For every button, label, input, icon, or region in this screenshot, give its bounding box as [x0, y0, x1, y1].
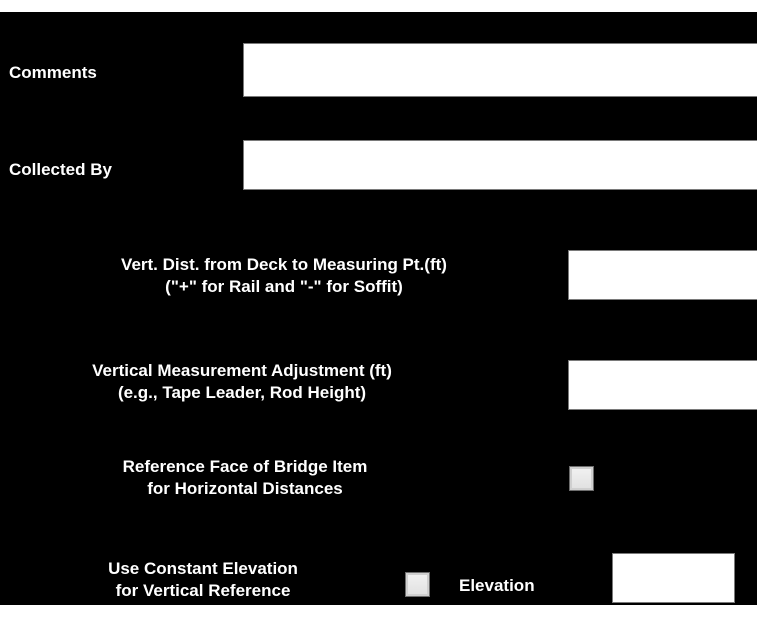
collected-by-input[interactable] — [243, 140, 757, 190]
vert-dist-input[interactable] — [568, 250, 757, 300]
vert-dist-label: Vert. Dist. from Deck to Measuring Pt.(f… — [18, 254, 550, 298]
elevation-label: Elevation — [459, 576, 535, 595]
constant-elevation-label: Use Constant Elevation for Vertical Refe… — [18, 558, 388, 602]
comments-label: Comments — [9, 63, 97, 82]
bridge-measurement-form: Comments Collected By Vert. Dist. from D… — [0, 12, 757, 605]
constant-elevation-label-line1: Use Constant Elevation — [108, 559, 298, 578]
vert-dist-label-line2: ("+" for Rail and "-" for Soffit) — [165, 277, 403, 296]
constant-elevation-checkbox[interactable] — [405, 572, 430, 597]
vert-adjust-label: Vertical Measurement Adjustment (ft) (e.… — [9, 360, 475, 404]
constant-elevation-label-line2: for Vertical Reference — [115, 581, 291, 600]
elevation-input[interactable] — [612, 553, 735, 603]
comments-input[interactable] — [243, 43, 757, 97]
reference-face-label-line1: Reference Face of Bridge Item — [122, 457, 368, 476]
reference-face-label-line2: for Horizontal Distances — [147, 479, 343, 498]
reference-face-checkbox[interactable] — [569, 466, 594, 491]
reference-face-label: Reference Face of Bridge Item for Horizo… — [40, 456, 450, 500]
vert-adjust-label-line2: (e.g., Tape Leader, Rod Height) — [117, 383, 367, 402]
vert-adjust-input[interactable] — [568, 360, 757, 410]
vert-adjust-label-line1: Vertical Measurement Adjustment (ft) — [92, 361, 392, 380]
vert-dist-label-line1: Vert. Dist. from Deck to Measuring Pt.(f… — [121, 255, 447, 274]
collected-by-label: Collected By — [9, 160, 112, 179]
